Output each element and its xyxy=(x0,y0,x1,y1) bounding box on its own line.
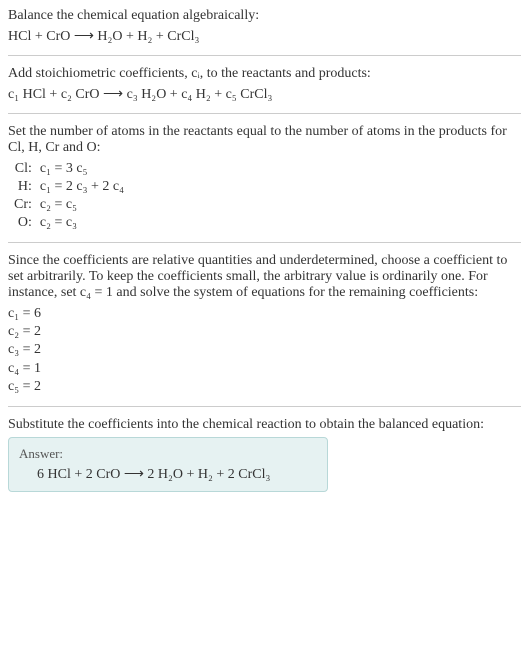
element-label: H: xyxy=(10,178,36,196)
divider xyxy=(8,113,521,114)
atom-balance-table: Cl: c₁ = 3 c₅ H: c₁ = 2 c₃ + 2 c₄ Cr: c₂… xyxy=(10,160,128,232)
unbalanced-equation: HCl + CrO ⟶ H₂O + H₂ + CrCl₃ xyxy=(8,28,521,45)
prompt-line-1: Balance the chemical equation algebraica… xyxy=(8,8,521,24)
table-row: H: c₁ = 2 c₃ + 2 c₄ xyxy=(10,178,128,196)
table-row: O: c₂ = c₃ xyxy=(10,214,128,232)
element-relation: c₂ = c₅ xyxy=(36,196,128,214)
solved-coefficients: c₁ = 6 c₂ = 2 c₃ = 2 c₄ = 1 c₅ = 2 xyxy=(8,305,521,396)
answer-label: Answer: xyxy=(19,446,317,462)
element-relation: c₂ = c₃ xyxy=(36,214,128,232)
element-label: Cl: xyxy=(10,160,36,178)
table-row: Cr: c₂ = c₅ xyxy=(10,196,128,214)
balanced-equation: 6 HCl + 2 CrO ⟶ 2 H₂O + H₂ + 2 CrCl₃ xyxy=(19,466,317,483)
coef-value: c₂ = 2 xyxy=(8,323,521,341)
coef-value: c₄ = 1 xyxy=(8,360,521,378)
solve-intro: Since the coefficients are relative quan… xyxy=(8,253,521,301)
answer-box: Answer: 6 HCl + 2 CrO ⟶ 2 H₂O + H₂ + 2 C… xyxy=(8,437,328,492)
element-relation: c₁ = 3 c₅ xyxy=(36,160,128,178)
table-row: Cl: c₁ = 3 c₅ xyxy=(10,160,128,178)
stoich-intro: Add stoichiometric coefficients, cᵢ, to … xyxy=(8,66,521,82)
coef-value: c₃ = 2 xyxy=(8,341,521,359)
element-label: Cr: xyxy=(10,196,36,214)
atom-balance-intro: Set the number of atoms in the reactants… xyxy=(8,124,521,156)
coef-value: c₅ = 2 xyxy=(8,378,521,396)
divider xyxy=(8,242,521,243)
element-label: O: xyxy=(10,214,36,232)
coef-value: c₁ = 6 xyxy=(8,305,521,323)
stoich-equation: c₁ HCl + c₂ CrO ⟶ c₃ H₂O + c₄ H₂ + c₅ Cr… xyxy=(8,86,521,103)
substitute-intro: Substitute the coefficients into the che… xyxy=(8,417,521,433)
divider xyxy=(8,406,521,407)
element-relation: c₁ = 2 c₃ + 2 c₄ xyxy=(36,178,128,196)
divider xyxy=(8,55,521,56)
